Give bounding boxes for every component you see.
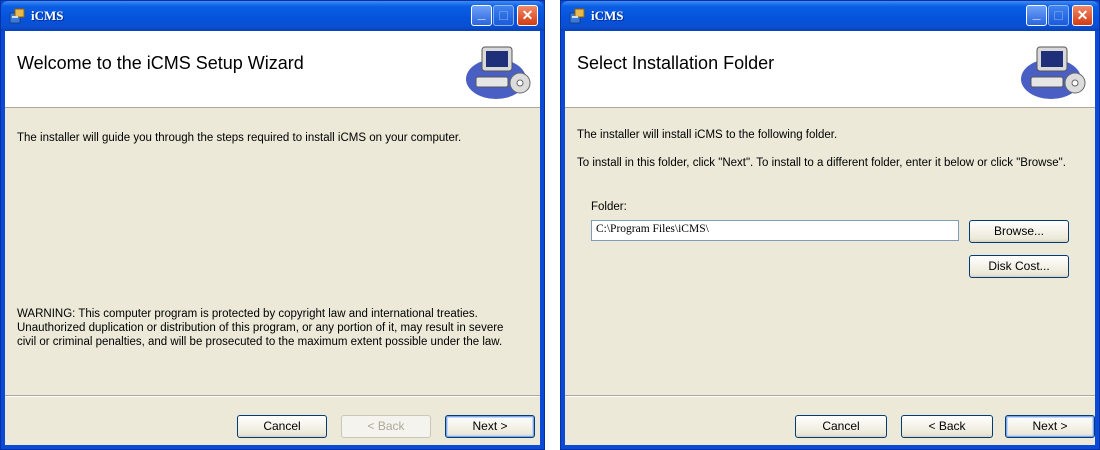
page-title: Select Installation Folder xyxy=(577,53,775,73)
maximize-icon: □ xyxy=(1054,7,1063,23)
dialog-body: Welcome to the iCMS Setup Wizard The ins… xyxy=(5,31,540,445)
header-banner: Select Installation Folder xyxy=(565,31,1095,108)
maximize-button: □ xyxy=(1048,5,1069,26)
header-banner: Welcome to the iCMS Setup Wizard xyxy=(5,31,540,108)
cancel-button[interactable]: Cancel xyxy=(237,415,327,438)
next-button[interactable]: Next > xyxy=(1005,415,1095,438)
computer-disc-icon xyxy=(1021,46,1086,99)
footer-divider xyxy=(565,395,1095,397)
close-icon: ✕ xyxy=(1076,7,1089,23)
next-button[interactable]: Next > xyxy=(445,415,535,438)
setup-wizard-welcome-window: iCMS _ □ ✕ Welcome to the iCMS Setup Wiz… xyxy=(0,0,545,450)
maximize-icon: □ xyxy=(499,7,508,23)
installer-app-icon xyxy=(569,8,585,24)
browse-button[interactable]: Browse... xyxy=(969,220,1069,243)
page-title: Welcome to the iCMS Setup Wizard xyxy=(17,53,304,73)
installer-app-icon xyxy=(9,8,25,24)
window-title: iCMS xyxy=(591,8,624,23)
title-bar[interactable]: iCMS _ □ ✕ xyxy=(561,1,1099,31)
dialog-body: Select Installation Folder The installer… xyxy=(565,31,1095,445)
title-bar[interactable]: iCMS _ □ ✕ xyxy=(1,1,544,31)
back-button[interactable]: < Back xyxy=(901,415,993,438)
close-button[interactable]: ✕ xyxy=(517,5,538,26)
window-title: iCMS xyxy=(31,8,64,23)
computer-disc-icon xyxy=(466,46,531,99)
maximize-button: □ xyxy=(493,5,514,26)
close-button[interactable]: ✕ xyxy=(1072,5,1093,26)
cancel-button[interactable]: Cancel xyxy=(795,415,887,438)
minimize-button[interactable]: _ xyxy=(1026,5,1047,26)
intro-text: The installer will guide you through the… xyxy=(17,132,462,144)
setup-wizard-folder-window: iCMS _ □ ✕ Select Installation Folder Th… xyxy=(560,0,1100,450)
minimize-icon: _ xyxy=(1032,5,1041,21)
folder-label: Folder: xyxy=(591,201,627,213)
copyright-warning: WARNING: This computer program is protec… xyxy=(17,308,504,348)
minimize-button[interactable]: _ xyxy=(471,5,492,26)
install-location-text: The installer will install iCMS to the f… xyxy=(577,129,838,141)
footer-divider xyxy=(5,395,540,397)
minimize-icon: _ xyxy=(477,5,486,21)
folder-input[interactable]: C:\Program Files\iCMS\ xyxy=(591,220,959,241)
close-icon: ✕ xyxy=(521,7,534,23)
back-button: < Back xyxy=(341,415,431,438)
install-instructions-text: To install in this folder, click "Next".… xyxy=(577,157,1066,169)
disk-cost-button[interactable]: Disk Cost... xyxy=(969,255,1069,278)
